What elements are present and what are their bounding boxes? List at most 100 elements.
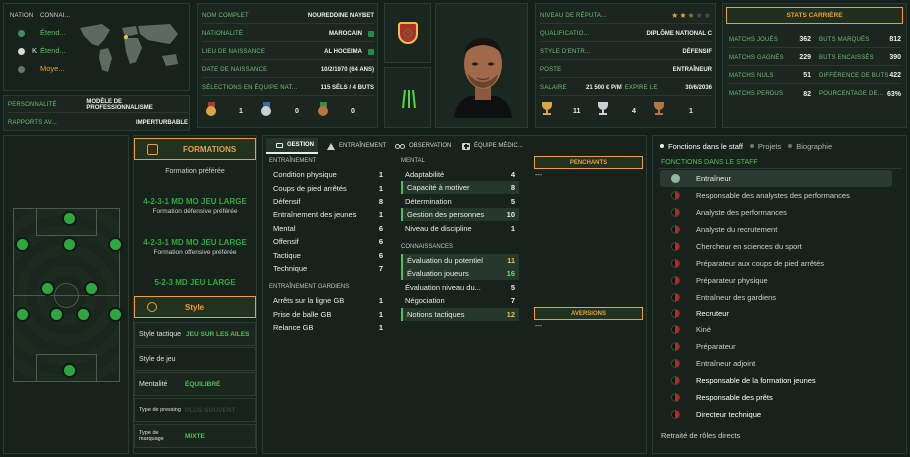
player-marker[interactable]: [62, 237, 77, 252]
tab-training[interactable]: ENTRAÎNEMENT: [323, 138, 391, 154]
knowledge-col-header: CONNAI...: [40, 13, 71, 19]
staff-role-row[interactable]: Responsable de la formation jeunes: [660, 372, 892, 389]
goalkeeping-section-title: ENTRAÎNEMENT GARDIENS: [269, 284, 350, 290]
attribute-value: 1: [378, 184, 383, 193]
nationality-label: NATIONALITÉ: [202, 30, 244, 37]
staff-role-row[interactable]: Recruteur: [660, 305, 892, 322]
attribute-row[interactable]: Condition physique 1: [269, 168, 387, 181]
empty-star-icon: ★★: [695, 11, 712, 20]
attribute-row[interactable]: Arrêts sur la ligne GB 1: [269, 294, 387, 307]
media-label: RAPPORTS AV...: [8, 120, 58, 126]
staff-role-row[interactable]: Préparateur physique: [660, 272, 892, 289]
player-marker[interactable]: [76, 307, 91, 322]
player-marker[interactable]: [62, 363, 77, 378]
caps-value: 115 SÉLS / 4 BUTS: [320, 84, 374, 91]
style-row[interactable]: Type de pressing PLUS SOUVENT: [134, 398, 256, 422]
attribute-row[interactable]: Négociation 7: [401, 294, 519, 307]
player-marker[interactable]: [49, 307, 64, 322]
role-indicator-icon: [671, 191, 680, 200]
nationality-value: MAROCAIN: [329, 30, 362, 37]
attribute-row[interactable]: Entraînement des jeunes 1: [269, 208, 387, 221]
player-marker[interactable]: [108, 237, 123, 252]
staff-tab-dot: [788, 144, 793, 148]
player-marker[interactable]: [15, 307, 30, 322]
attribute-row-highlighted[interactable]: Capacité à motiver 8: [401, 181, 519, 194]
staff-role-row[interactable]: Analyste du recrutement: [660, 221, 892, 238]
player-marker[interactable]: [40, 281, 55, 296]
attribute-row[interactable]: Offensif 6: [269, 235, 387, 248]
staff-role-row[interactable]: Analyste des performances: [660, 204, 892, 221]
staff-tab-roles[interactable]: Fonctions dans le staff: [668, 142, 743, 151]
nation-row-label[interactable]: Étend...: [40, 46, 66, 55]
style-row[interactable]: Style de jeu: [134, 347, 256, 371]
player-marker[interactable]: [62, 211, 77, 226]
attribute-row[interactable]: Défensif 8: [269, 195, 387, 208]
attribute-name: Évaluation joueurs: [407, 269, 469, 278]
formations-header[interactable]: FORMATIONS: [134, 138, 256, 160]
birthplace-value: AL HOCEIMA: [324, 48, 362, 55]
player-marker[interactable]: [108, 307, 123, 322]
staff-role-row[interactable]: Entraîneur adjoint: [660, 355, 892, 372]
attribute-value: 6: [378, 237, 383, 246]
attribute-row-highlighted[interactable]: Gestion des personnes 10: [401, 208, 519, 221]
style-row[interactable]: Style tactique JEU SUR LES AILES: [134, 322, 256, 346]
staff-tab-projects[interactable]: Projets: [758, 142, 781, 151]
attribute-row[interactable]: Tactique 6: [269, 249, 387, 262]
role-indicator-icon: [671, 359, 680, 368]
attribute-row[interactable]: Coups de pied arrêtés 1: [269, 182, 387, 195]
nation-col-header: NATION: [10, 13, 34, 19]
staff-role-row-selected[interactable]: Entraîneur: [660, 170, 892, 187]
attribute-row[interactable]: Relance GB 1: [269, 321, 387, 334]
attribute-value: 5: [510, 197, 515, 206]
style-row[interactable]: Mentalité ÉQUILIBRÉ: [134, 372, 256, 396]
full-name-value: NOUREDDINE NAYBET: [307, 12, 374, 19]
tab-medical[interactable]: ÉQUIPE MÉDIC...: [460, 138, 524, 154]
attribute-row[interactable]: Niveau de discipline 1: [401, 222, 519, 235]
attribute-row[interactable]: Mental 6: [269, 222, 387, 235]
staff-role-label: Analyste du recrutement: [696, 225, 778, 234]
attribute-row[interactable]: Détermination 5: [401, 195, 519, 208]
tab-scouting[interactable]: OBSERVATION: [393, 138, 457, 154]
player-marker[interactable]: [15, 237, 30, 252]
mental-section-title: MENTAL: [401, 158, 425, 164]
attribute-value: 5: [510, 283, 515, 292]
role-indicator-icon: [671, 208, 680, 217]
style-row[interactable]: Type de marquage MIXTE: [134, 424, 256, 448]
attribute-row[interactable]: Adaptabilité 4: [401, 168, 519, 181]
post-label: POSTE: [540, 66, 562, 73]
staff-role-row[interactable]: Kiné: [660, 321, 892, 338]
attribute-row-highlighted[interactable]: Notions tactiques 12: [401, 308, 519, 321]
attribute-row-highlighted[interactable]: Évaluation joueurs 16: [401, 267, 519, 280]
attribute-row-highlighted[interactable]: Évaluation du potentiel 11: [401, 254, 519, 267]
staff-role-row[interactable]: Directeur technique: [660, 406, 892, 423]
flag-icon: [368, 30, 374, 37]
attribute-row[interactable]: Prise de balle GB 1: [269, 308, 387, 321]
style-header[interactable]: Style: [134, 296, 256, 318]
gold-trophy-icon: [541, 102, 553, 117]
staff-role-row[interactable]: Préparateur aux coups de pied arrêtés: [660, 255, 892, 272]
contract-expiry-label: EXPIRE LE: [624, 84, 658, 91]
staff-tab-biography[interactable]: Biographie: [796, 142, 832, 151]
attribute-value: 16: [506, 269, 515, 278]
role-indicator-icon: [671, 325, 680, 334]
attribute-name: Notions tactiques: [407, 310, 465, 319]
staff-role-row[interactable]: Responsable des prêts: [660, 389, 892, 406]
staff-role-row[interactable]: Préparateur: [660, 338, 892, 355]
staff-role-row[interactable]: Responsable des analystes des performanc…: [660, 187, 892, 204]
star-icon: ★★: [671, 11, 688, 20]
staff-role-row[interactable]: Chercheur en sciences du sport: [660, 238, 892, 255]
style-row-label: Mentalité: [139, 380, 168, 388]
tab-management[interactable]: GESTION: [266, 138, 318, 154]
national-team-badge-panel[interactable]: [384, 3, 431, 63]
player-marker[interactable]: [84, 281, 99, 296]
staff-role-label: Analyste des performances: [696, 208, 787, 217]
nation-row-label[interactable]: Étend...: [40, 28, 66, 37]
aversions-value: ---: [535, 323, 542, 330]
staff-role-row[interactable]: Entraîneur des gardiens: [660, 289, 892, 306]
nation-row-label[interactable]: Moye...: [40, 64, 65, 73]
attribute-row[interactable]: Évaluation niveau du... 5: [401, 281, 519, 294]
sponsor-badge-panel[interactable]: [384, 67, 431, 128]
salary-label: SALAIRE: [540, 84, 567, 91]
attribute-row[interactable]: Technique 7: [269, 262, 387, 275]
attribute-name: Capacité à motiver: [407, 183, 470, 192]
